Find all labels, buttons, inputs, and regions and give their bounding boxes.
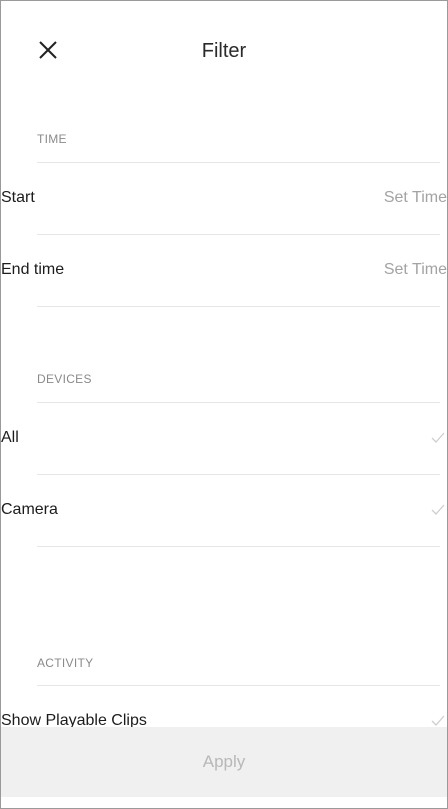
header: Filter	[1, 1, 447, 101]
divider	[37, 306, 440, 307]
section-label-activity: ACTIVITY	[37, 656, 94, 670]
end-time-value[interactable]: Set Time	[384, 260, 447, 280]
end-time-row[interactable]: End time Set Time	[1, 234, 447, 306]
check-icon	[431, 715, 445, 726]
check-icon	[431, 504, 445, 515]
section-label-time: TIME	[37, 132, 67, 146]
device-camera-label: Camera	[1, 501, 58, 518]
check-icon	[431, 432, 445, 443]
device-all-label: All	[1, 429, 19, 446]
page-title: Filter	[201, 40, 247, 62]
playable-clips-label: Show Playable Clips	[1, 712, 147, 728]
end-time-label: End time	[1, 261, 65, 278]
device-row-camera[interactable]: Camera	[1, 474, 447, 546]
filter-list[interactable]: TIME Start Set Time End time Set Time DE…	[1, 101, 447, 728]
start-time-label: Start	[1, 189, 35, 206]
section-label-devices: DEVICES	[37, 372, 92, 386]
device-row-all[interactable]: All	[1, 402, 447, 474]
apply-label: Apply	[202, 752, 246, 771]
filter-screen: Filter TIME Start Set Time End time Set …	[0, 0, 448, 809]
start-time-value[interactable]: Set Time	[384, 188, 447, 208]
apply-button[interactable]: Apply	[1, 727, 447, 797]
divider	[37, 546, 440, 547]
activity-row-playable[interactable]: Show Playable Clips	[1, 685, 447, 728]
start-time-row[interactable]: Start Set Time	[1, 162, 447, 234]
